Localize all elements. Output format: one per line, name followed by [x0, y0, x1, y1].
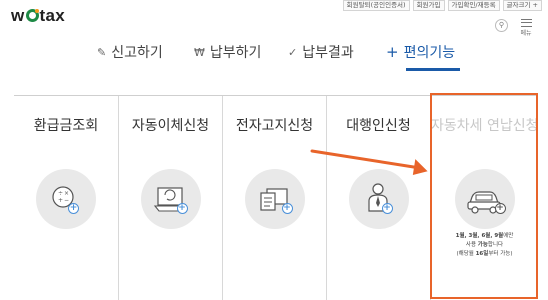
agent-icon: + [348, 169, 409, 229]
check-icon: ✓ [288, 45, 298, 59]
card-title: 대행인신청 [346, 118, 411, 134]
pencil-icon: ✎ [97, 45, 107, 59]
svg-text:+: + [58, 197, 63, 204]
add-icon: + [281, 203, 293, 214]
auto-transfer-icon: + [140, 169, 201, 229]
card-electronic-notice[interactable]: 전자고지신청 + [222, 96, 326, 300]
top-link-confirm[interactable]: 가입확인/재등록 [447, 0, 500, 11]
card-title: 전자고지신청 [235, 118, 314, 134]
card-auto-transfer[interactable]: 자동이체신청 + [118, 96, 222, 300]
card-agent-application[interactable]: 대행인신청 + [326, 96, 430, 300]
electronic-notice-icon: + [244, 169, 305, 229]
add-icon: + [68, 203, 79, 214]
logo-text-tax: tax [39, 6, 66, 25]
won-icon: ₩ [194, 45, 205, 59]
add-icon: + [176, 203, 188, 214]
wetax-logo[interactable]: w tax [11, 6, 65, 26]
nav-tab-result[interactable]: ✓ 납부결과 [288, 42, 354, 62]
logo-text-w: w [11, 6, 25, 25]
nav-tab-file[interactable]: ✎ 신고하기 [97, 42, 163, 62]
svg-text:×: × [64, 190, 69, 197]
calculator-icon: ÷ × + − + [36, 169, 96, 229]
hamburger-icon [520, 19, 532, 27]
pointer-arrow-icon [310, 149, 428, 175]
nav-tab-pay[interactable]: ₩ 납부하기 [194, 42, 261, 62]
nav-tab-label: 편의기능 [403, 45, 456, 61]
search-icon[interactable]: ⚲ [495, 19, 508, 32]
add-icon: + [381, 203, 393, 214]
top-link-signup[interactable]: 회원가입 [412, 0, 445, 11]
menu-label: 메뉴 [520, 30, 532, 37]
nav-tab-label: 납부결과 [302, 45, 354, 61]
card-title: 자동이체신청 [131, 118, 210, 134]
nav-tab-label: 납부하기 [209, 45, 262, 61]
menu-button[interactable]: 메뉴 [518, 19, 534, 37]
card-refund-inquiry[interactable]: 환급금조회 ÷ × + − + [14, 96, 118, 300]
top-links: 회원탈퇴(공인인증서) 회원가입 가입확인/재등록 글자크기 + [342, 0, 542, 11]
plus-icon: + [386, 43, 399, 61]
card-title: 환급금조회 [33, 118, 99, 134]
highlight-box [430, 93, 538, 299]
nav-tab-label: 신고하기 [111, 45, 163, 61]
logo-mark-icon [25, 9, 39, 22]
svg-text:÷: ÷ [58, 190, 63, 197]
top-link-font-size[interactable]: 글자크기 + [502, 0, 542, 11]
nav-tab-convenience[interactable]: + 편의기능 [386, 42, 455, 62]
top-link-cert[interactable]: 회원탈퇴(공인인증서) [342, 0, 410, 11]
active-tab-underline [406, 68, 460, 71]
main-nav: ✎ 신고하기 ₩ 납부하기 ✓ 납부결과 + 편의기능 [0, 38, 548, 71]
svg-text:−: − [64, 197, 69, 204]
